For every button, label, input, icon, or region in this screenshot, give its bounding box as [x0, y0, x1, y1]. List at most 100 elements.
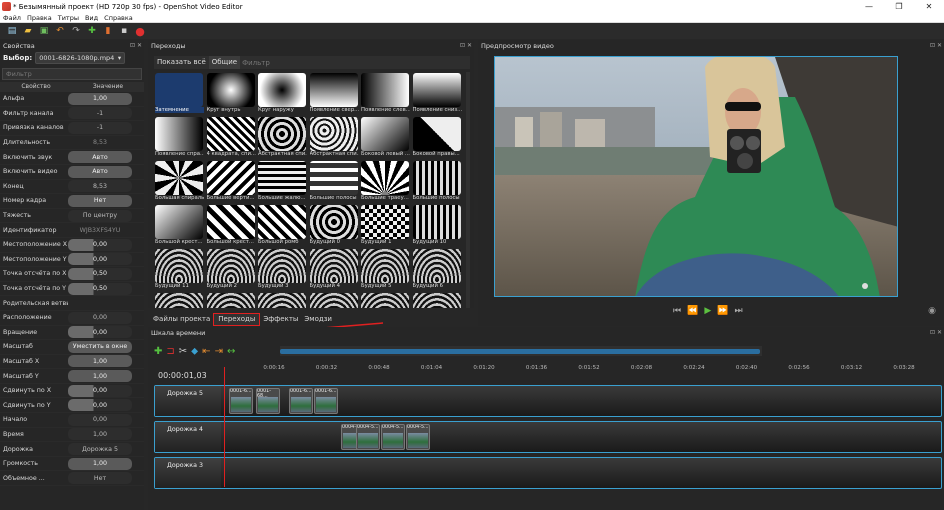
timeline-clip[interactable]: 0001-6... — [229, 388, 253, 414]
timeline-clip[interactable]: 0001-6... — [314, 388, 338, 414]
property-row[interactable]: Сдвинуть по Y 0,00 — [0, 398, 144, 414]
property-row[interactable]: Включить видео Авто — [0, 165, 144, 180]
transition-item[interactable] — [309, 292, 361, 308]
property-row[interactable]: Конец 8,53 — [0, 180, 144, 195]
transition-item[interactable]: Появление слев... — [360, 72, 412, 116]
transition-item[interactable]: Будущий 11 — [154, 248, 206, 292]
property-row[interactable]: Расположение 0,00 — [0, 311, 144, 326]
transition-item[interactable]: Большой ромб — [257, 204, 309, 248]
timeline-clip[interactable]: 0001-6... — [289, 388, 313, 414]
property-value[interactable]: Дорожка 5 — [68, 443, 132, 456]
add-marker-icon[interactable]: ⬥ — [191, 346, 198, 357]
new-project-icon[interactable]: ▤ — [6, 25, 18, 37]
property-value[interactable]: -1 — [68, 107, 132, 120]
track-header[interactable]: Дорожка 5 — [155, 386, 221, 416]
transition-item[interactable]: Появление спра... — [154, 116, 206, 160]
property-value[interactable]: WJB3XFS4YU — [68, 224, 132, 236]
property-value[interactable]: 0,00 — [68, 326, 132, 339]
property-value[interactable]: 1,00 — [68, 92, 132, 105]
property-value[interactable] — [68, 297, 132, 309]
property-value[interactable]: Нет — [68, 194, 132, 207]
transition-item[interactable] — [257, 292, 309, 308]
save-project-icon[interactable]: ▣ — [38, 25, 50, 37]
jump-start-icon[interactable]: ⏮ — [673, 306, 681, 316]
minimize-button[interactable]: — — [854, 0, 884, 13]
transition-item[interactable]: Будущий 0 — [309, 204, 361, 248]
previous-marker-icon[interactable]: ⇤ — [202, 346, 210, 357]
property-row[interactable]: Длительность 8,53 — [0, 136, 144, 151]
property-value[interactable]: 1,00 — [68, 428, 132, 441]
camera-icon[interactable]: ◉ — [928, 306, 936, 316]
transition-item[interactable]: Большой крест... — [206, 204, 258, 248]
menu-help[interactable]: Справка — [104, 14, 133, 22]
property-value[interactable]: 1,00 — [68, 457, 132, 470]
export-icon[interactable]: ● — [134, 25, 146, 38]
transition-item[interactable]: Большие траеу... — [360, 160, 412, 204]
transition-item[interactable] — [206, 292, 258, 308]
property-row[interactable]: Точка отсчёта по X 0,50 — [0, 267, 144, 282]
transition-item[interactable]: Абстрактная спи... — [309, 116, 361, 160]
properties-filter-input[interactable]: Фильтр — [2, 68, 142, 80]
snap-icon[interactable]: ⊐ — [166, 346, 174, 357]
panel-controls-icon[interactable]: ⊡ ✕ — [930, 42, 942, 49]
transition-item[interactable]: Будущий 1 — [360, 204, 412, 248]
transition-item[interactable]: Будущий 5 — [360, 248, 412, 292]
property-row[interactable]: Номер кадра Нет — [0, 194, 144, 209]
timeline-clip[interactable]: 0001-68... — [256, 388, 280, 414]
property-row[interactable]: Масштаб Y 1,00 — [0, 369, 144, 384]
property-row[interactable]: Дорожка Дорожка 5 — [0, 442, 144, 457]
timeline-track[interactable]: Дорожка 4 0004-5... 0004-5... 0004-5... 0004… — [154, 421, 942, 453]
transition-item[interactable] — [360, 292, 412, 308]
transition-item[interactable]: Круг наружу — [257, 72, 309, 116]
property-row[interactable]: Родительская ветвь ... — [0, 296, 144, 311]
transition-item[interactable]: Большой крест... — [154, 204, 206, 248]
transition-item[interactable] — [154, 292, 206, 308]
property-row[interactable]: Местоположение Y 0,00 — [0, 253, 144, 268]
panel-controls-icon[interactable]: ⊡ ✕ — [130, 42, 142, 49]
scrollbar[interactable] — [466, 72, 470, 308]
property-value[interactable]: 0,50 — [68, 267, 132, 280]
timeline-clip[interactable]: 0004-5... — [406, 424, 430, 450]
track-header[interactable]: Дорожка 3 — [155, 458, 221, 488]
property-row[interactable]: Фильтр канала -1 — [0, 107, 144, 122]
property-row[interactable]: Точка отсчёта по Y 0,50 — [0, 282, 144, 297]
timeline-clip[interactable]: 0004-5... — [356, 424, 380, 450]
property-row[interactable]: Идентификатор WJB3XFS4YU — [0, 223, 144, 238]
property-value[interactable]: 0,00 — [68, 384, 132, 397]
jump-end-icon[interactable]: ⏭ — [734, 306, 742, 316]
property-row[interactable]: Масштаб Уместить в окне — [0, 340, 144, 355]
property-row[interactable]: Альфа 1,00 — [0, 92, 144, 107]
property-value[interactable]: По центру — [68, 209, 132, 222]
property-row[interactable]: Вращение 0,00 — [0, 326, 144, 341]
timeline-track[interactable]: Дорожка 3 — [154, 457, 942, 489]
profile-icon[interactable]: ▮ — [102, 25, 114, 37]
property-value[interactable]: Уместить в окне — [68, 340, 132, 353]
tab-common[interactable]: Общие — [208, 56, 241, 69]
transition-item[interactable]: Боковой левый ... — [360, 116, 412, 160]
transition-item[interactable]: Боковой правы... — [412, 116, 464, 160]
menu-file[interactable]: Файл — [3, 14, 21, 22]
property-row[interactable]: Привязка каналов -1 — [0, 121, 144, 136]
transition-item[interactable] — [412, 292, 464, 308]
import-files-icon[interactable]: ✚ — [86, 25, 98, 37]
property-value[interactable]: 0,00 — [68, 253, 132, 266]
property-value[interactable]: -1 — [68, 121, 132, 134]
tab-transitions[interactable]: Переходы — [213, 312, 261, 326]
property-value[interactable]: Нет — [68, 472, 132, 485]
transition-item[interactable]: Большая спираль — [154, 160, 206, 204]
play-icon[interactable]: ▶ — [704, 306, 711, 316]
tab-project-files[interactable]: Файлы проекта — [150, 315, 213, 323]
selection-dropdown[interactable]: 0001-6826-1080p.mp4 ▾ — [35, 52, 126, 64]
transition-item[interactable]: Будущий 4 — [309, 248, 361, 292]
property-value[interactable]: Авто — [68, 165, 132, 178]
property-value[interactable]: 8,53 — [68, 180, 132, 193]
property-row[interactable]: Объемное ... Нет — [0, 471, 144, 487]
panel-controls-icon[interactable]: ⊡ ✕ — [930, 329, 942, 336]
video-frame[interactable] — [494, 56, 898, 297]
transition-item[interactable]: Появление свер... — [309, 72, 361, 116]
next-marker-icon[interactable]: ⇥ — [215, 346, 223, 357]
open-project-icon[interactable]: ▰ — [22, 25, 34, 37]
transition-item[interactable]: Затемнение — [154, 72, 206, 116]
transition-item[interactable]: Будущий 3 — [257, 248, 309, 292]
add-track-icon[interactable]: ✚ — [154, 346, 162, 357]
